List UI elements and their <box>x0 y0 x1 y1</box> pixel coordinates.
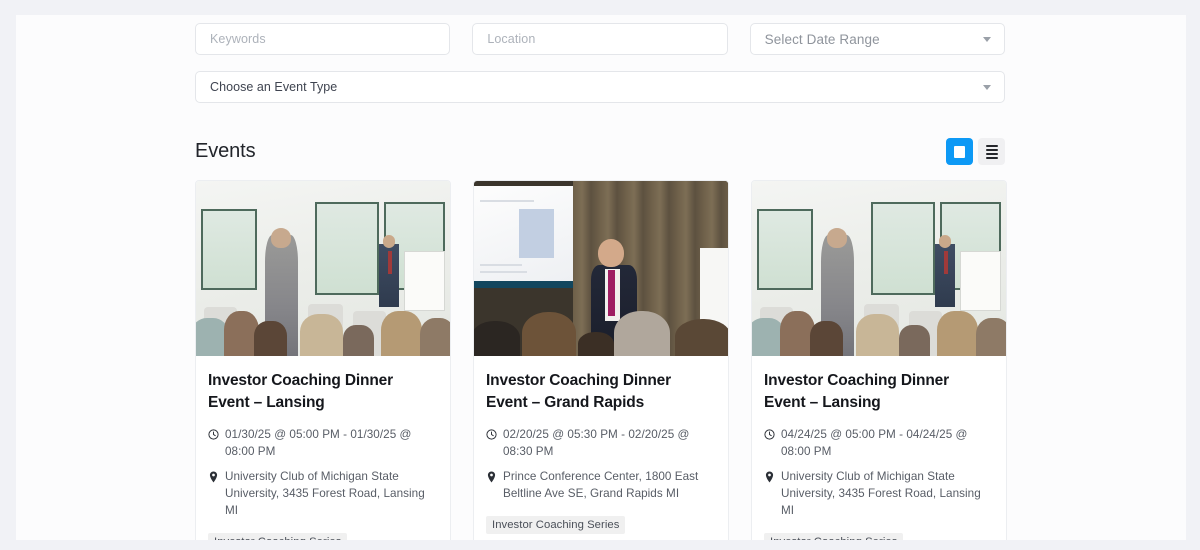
event-title: Investor Coaching Dinner Event – Lansing <box>208 372 394 411</box>
list-view-button[interactable] <box>978 138 1005 165</box>
keywords-placeholder: Keywords <box>210 32 266 46</box>
event-date-row: 02/20/25 @ 05:30 PM - 02/20/25 @ 08:30 P… <box>486 427 716 461</box>
event-title: Investor Coaching Dinner Event – Lansing <box>764 372 950 411</box>
event-date-row: 01/30/25 @ 05:00 PM - 01/30/25 @ 08:00 P… <box>208 427 438 461</box>
event-location-row: University Club of Michigan State Univer… <box>208 469 438 520</box>
event-tag[interactable]: Investor Coaching Series <box>208 532 348 540</box>
event-card-body: Investor Coaching Dinner Event – Lansing… <box>196 356 450 540</box>
events-content: Keywords Location Select Date Range Choo… <box>195 23 1007 540</box>
event-tag[interactable]: Investor Coaching Series <box>486 515 626 534</box>
list-view-icon <box>985 144 998 159</box>
grid-view-button[interactable] <box>946 138 973 165</box>
event-date-row: 04/24/25 @ 05:00 PM - 04/24/25 @ 08:00 P… <box>764 427 994 461</box>
map-pin-icon <box>208 471 219 483</box>
event-type-row: Choose an Event Type <box>195 71 1005 103</box>
event-type-select[interactable]: Choose an Event Type <box>195 71 1005 103</box>
event-location-row: Prince Conference Center, 1800 East Belt… <box>486 469 716 503</box>
event-card-image <box>752 181 1006 356</box>
keywords-input[interactable]: Keywords <box>195 23 451 55</box>
date-range-label: Select Date Range <box>764 31 880 47</box>
page-panel: Keywords Location Select Date Range Choo… <box>16 15 1186 540</box>
event-card[interactable]: Investor Coaching Dinner Event – Grand R… <box>473 180 729 540</box>
event-date: 01/30/25 @ 05:00 PM - 01/30/25 @ 08:00 P… <box>225 428 412 458</box>
event-card-grid: Investor Coaching Dinner Event – Lansing… <box>195 180 1007 540</box>
event-card[interactable]: Investor Coaching Dinner Event – Lansing… <box>751 180 1007 540</box>
location-input[interactable]: Location <box>472 23 728 55</box>
events-header: Events <box>195 138 1005 165</box>
event-type-label: Choose an Event Type <box>210 80 338 94</box>
clock-icon <box>486 429 497 440</box>
filter-bar: Keywords Location Select Date Range <box>195 23 1005 55</box>
location-placeholder: Location <box>487 32 536 46</box>
event-tag[interactable]: Investor Coaching Series <box>764 532 904 540</box>
event-card[interactable]: Investor Coaching Dinner Event – Lansing… <box>195 180 451 540</box>
clock-icon <box>208 429 219 440</box>
event-location-row: University Club of Michigan State Univer… <box>764 469 994 520</box>
event-card-body: Investor Coaching Dinner Event – Grand R… <box>474 356 728 540</box>
event-title: Investor Coaching Dinner Event – Grand R… <box>486 372 672 411</box>
chevron-down-icon <box>982 37 991 42</box>
date-range-select[interactable]: Select Date Range <box>749 23 1005 55</box>
chevron-down-icon <box>983 85 991 90</box>
page-title: Events <box>195 140 256 162</box>
event-location: University Club of Michigan State Univer… <box>781 469 981 517</box>
event-date: 02/20/25 @ 05:30 PM - 02/20/25 @ 08:30 P… <box>503 428 690 458</box>
grid-view-icon <box>954 145 965 158</box>
event-card-image <box>196 181 450 356</box>
clock-icon <box>764 429 775 440</box>
map-pin-icon <box>486 471 497 483</box>
event-card-image <box>474 181 728 356</box>
event-card-body: Investor Coaching Dinner Event – Lansing… <box>752 356 1006 540</box>
event-date: 04/24/25 @ 05:00 PM - 04/24/25 @ 08:00 P… <box>781 428 968 458</box>
view-toggle <box>946 138 1005 165</box>
event-location: University Club of Michigan State Univer… <box>225 469 425 517</box>
map-pin-icon <box>764 471 775 483</box>
event-location: Prince Conference Center, 1800 East Belt… <box>503 469 699 500</box>
